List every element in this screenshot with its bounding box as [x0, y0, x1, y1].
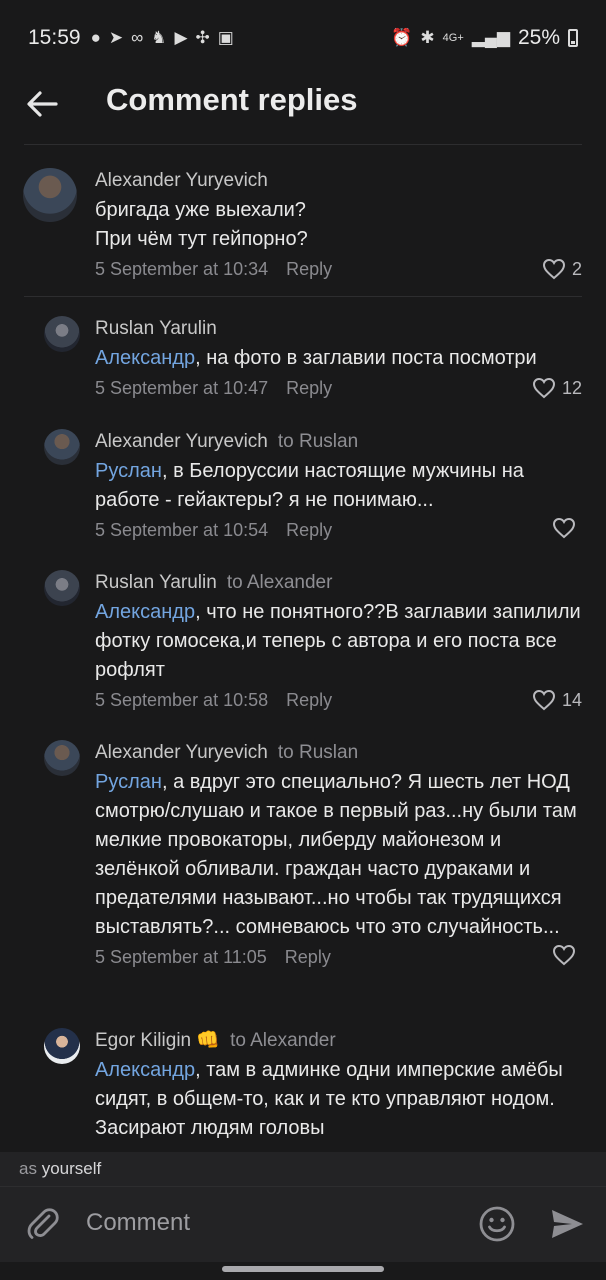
mention-link[interactable]: Александр: [95, 601, 195, 623]
send-icon[interactable]: [548, 1205, 586, 1243]
avatar[interactable]: [44, 1028, 80, 1064]
battery-icon: [568, 29, 578, 47]
comment-date: 5 September at 10:47: [95, 378, 269, 398]
comment-text: Александр, что не понятного??В заглавии …: [95, 601, 581, 681]
header-divider: [24, 144, 582, 145]
reply-button[interactable]: Reply: [285, 947, 331, 967]
comment-text: Руслан, в Белоруссии настоящие мужчины н…: [95, 460, 524, 511]
page-title: Comment replies: [106, 82, 358, 117]
alarm-icon: ⏰: [391, 28, 413, 47]
mention-link[interactable]: Александр: [95, 347, 195, 369]
comment-text: Руслан, а вдруг это специально? Я шесть …: [95, 771, 577, 938]
avatar[interactable]: [44, 429, 80, 465]
heart-icon: [542, 258, 565, 280]
mention-link[interactable]: Руслан: [95, 771, 162, 793]
paperclip-icon[interactable]: [24, 1205, 62, 1243]
back-arrow-icon[interactable]: [22, 84, 62, 124]
comment-date: 5 September at 10:34: [95, 259, 269, 279]
reply-to-label[interactable]: to Ruslan: [278, 431, 358, 452]
heart-icon: [532, 689, 555, 711]
like-count: 2: [571, 259, 582, 279]
avatar[interactable]: [23, 168, 77, 222]
comment-composer: Comment: [0, 1186, 606, 1262]
post-as-prefix: as: [19, 1159, 37, 1178]
smiley-icon[interactable]: [478, 1205, 516, 1243]
battery-percent: 25%: [517, 26, 560, 49]
horse-icon: ♞: [151, 28, 167, 47]
reply-button[interactable]: Reply: [286, 520, 332, 540]
youtube-icon: ▶: [174, 28, 188, 47]
avatar[interactable]: [44, 740, 80, 776]
comment-text: бригада уже выехали? При чём тут гейпорн…: [95, 199, 308, 250]
like-count: 12: [561, 378, 582, 398]
system-icons: ⏰ ✱ 4G+ ▂▄▆ 25%: [391, 26, 578, 50]
home-indicator[interactable]: [222, 1266, 384, 1272]
comment-meta: 5 September at 10:54 Reply: [95, 517, 582, 543]
reply-to-label[interactable]: to Alexander: [227, 572, 333, 593]
like-button[interactable]: 2: [542, 256, 582, 282]
comment-author[interactable]: Alexander Yuryevich to Ruslan: [95, 429, 582, 455]
like-count: 14: [561, 690, 582, 710]
status-bar: 15:59 ● ➤ ∞ ♞ ▶ ✣ ▣ ⏰ ✱ 4G+ ▂▄▆ 25%: [0, 0, 606, 76]
bluetooth-icon: ✱: [420, 28, 435, 47]
spotify-icon: ●: [90, 28, 101, 47]
post-as-bar[interactable]: as yourself: [0, 1152, 606, 1186]
fan-icon: ✣: [195, 28, 210, 47]
comment-author[interactable]: Alexander Yuryevich to Ruslan: [95, 740, 582, 766]
comment-meta: 5 September at 11:05 Reply: [95, 944, 582, 970]
heart-icon: [552, 944, 576, 966]
post-as-identity[interactable]: yourself: [42, 1159, 102, 1178]
notification-icons: ● ➤ ∞ ♞ ▶ ✣ ▣: [91, 28, 234, 48]
fist-emoji: 👊: [196, 1030, 221, 1051]
comment-date: 5 September at 10:54: [95, 520, 269, 540]
like-button[interactable]: 14: [532, 687, 582, 713]
reply-to-label[interactable]: to Ruslan: [278, 742, 358, 763]
signal-icon: ▂▄▆: [471, 28, 510, 47]
status-time: 15:59: [28, 26, 81, 49]
comment-author[interactable]: Ruslan Yarulin to Alexander: [95, 570, 582, 596]
like-button[interactable]: [552, 944, 582, 966]
heart-icon: [532, 377, 555, 399]
comment-text: Александр, там в админке одни имперские …: [95, 1059, 563, 1139]
comment-date: 5 September at 11:05: [95, 947, 267, 967]
heart-icon: [552, 517, 576, 539]
comment-input[interactable]: Comment: [86, 1209, 190, 1237]
comment-author[interactable]: Alexander Yuryevich: [95, 168, 582, 194]
like-button[interactable]: 12: [532, 375, 582, 401]
reply-to-label[interactable]: to Alexander: [230, 1030, 336, 1051]
telegram-icon: ➤: [108, 28, 124, 47]
comment-author[interactable]: Egor Kiligin 👊 to Alexander: [95, 1028, 582, 1054]
reply-button[interactable]: Reply: [286, 259, 332, 279]
comment-meta: 5 September at 10:47 Reply 12: [95, 375, 582, 401]
mention-link[interactable]: Руслан: [95, 460, 162, 482]
avatar[interactable]: [44, 316, 80, 352]
comment-meta: 5 September at 10:58 Reply 14: [95, 687, 582, 713]
like-button[interactable]: [552, 517, 582, 539]
network-label: 4G+: [442, 32, 464, 44]
voicemail-icon: ∞: [131, 28, 144, 47]
mention-link[interactable]: Александр: [95, 1059, 195, 1081]
reply-button[interactable]: Reply: [286, 690, 332, 710]
avatar[interactable]: [44, 570, 80, 606]
app-header: Comment replies: [0, 76, 606, 146]
comment-text: Александр, на фото в заглавии поста посм…: [95, 347, 537, 369]
comment-date: 5 September at 10:58: [95, 690, 269, 710]
thread-divider: [24, 296, 582, 297]
image-icon: ▣: [217, 28, 234, 47]
comments-list[interactable]: Alexander Yuryevich бригада уже выехали?…: [0, 146, 606, 1152]
reply-button[interactable]: Reply: [286, 378, 332, 398]
comment-meta: 5 September at 10:34 Reply 2: [95, 256, 582, 282]
comment-author[interactable]: Ruslan Yarulin: [95, 316, 582, 342]
